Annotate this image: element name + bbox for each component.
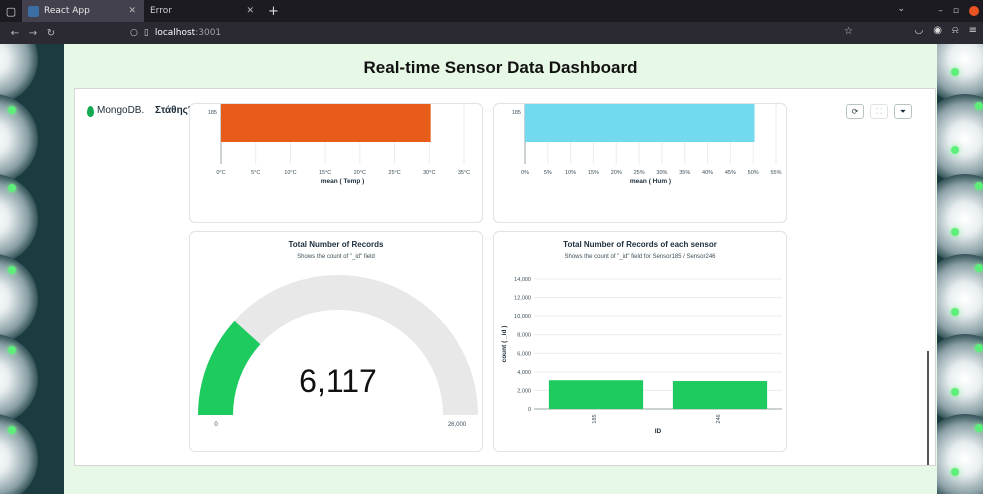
panel-total-records: Total Number of Records Shows the count … — [189, 231, 483, 452]
y-tick-label: 14,000 — [514, 277, 531, 283]
maximize-icon[interactable]: ▫ — [953, 6, 959, 16]
x-tick-label: 185 — [592, 414, 598, 423]
tab-overview-icon[interactable]: ▢ — [0, 0, 22, 22]
x-tick-label: 25% — [634, 170, 645, 176]
tab-label: React App — [44, 6, 90, 16]
back-icon[interactable]: ← — [6, 28, 24, 39]
gauge-value: 6,117 — [299, 363, 377, 399]
y-tick-label: 12,000 — [514, 296, 531, 302]
page-viewport: Real-time Sensor Data Dashboard MongoDB.… — [0, 44, 983, 494]
reload-icon[interactable]: ↻ — [42, 28, 60, 39]
account-icon[interactable]: ◉ — [933, 25, 942, 36]
x-tick-label: 35% — [679, 170, 690, 176]
fullscreen-icon: ⛶ — [876, 106, 882, 116]
new-tab-button[interactable]: + — [262, 4, 285, 19]
x-tick-label: 30% — [656, 170, 667, 176]
refresh-button[interactable]: ⟳ — [846, 104, 864, 119]
panel-mean-hum: 0% 5% 10% 15% 20% 25% 30% 35% 40% 45% 50% 55% 185 mea… — [493, 103, 787, 223]
x-tick-label: 15°C — [319, 170, 331, 176]
x-axis-label: mean ( Temp ) — [321, 178, 365, 185]
sensor-bar-chart: 0 2,000 4,000 6,000 8,000 10,000 12,000 14,000 1… — [501, 277, 782, 435]
y-tick-label: 8,000 — [517, 333, 531, 339]
page-icon: ▯ — [143, 28, 149, 38]
gauge-chart: 6,117 0 26,000 — [198, 275, 478, 428]
pocket-icon[interactable]: ◡ — [915, 25, 924, 36]
bar-185 — [548, 380, 644, 409]
x-tick-label: 10% — [565, 170, 576, 176]
x-tick-label: 246 — [716, 414, 722, 423]
fullscreen-button[interactable]: ⛶ — [870, 104, 888, 119]
y-tick-label: 4,000 — [517, 370, 531, 376]
x-tick-label: 25°C — [388, 170, 400, 176]
x-tick-label: 0% — [521, 170, 529, 176]
x-axis-label: ID — [655, 428, 662, 435]
x-tick-label: 55% — [770, 170, 781, 176]
x-tick-label: 35°C — [458, 170, 470, 176]
url-host: localhost — [154, 28, 196, 38]
y-tick-label: 185 — [512, 110, 521, 116]
panel-mean-temp: 0°C 5°C 10°C 15°C 20°C 25°C 30°C 35°C 185 mean ( … — [189, 103, 483, 223]
tab-react-app[interactable]: React App ✕ — [22, 0, 144, 22]
x-tick-label: 20% — [611, 170, 622, 176]
x-tick-label: 5% — [544, 170, 552, 176]
page-title: Real-time Sensor Data Dashboard — [363, 58, 638, 77]
bar-246 — [672, 380, 768, 409]
gauge-min-label: 0 — [214, 422, 218, 428]
x-tick-label: 30°C — [423, 170, 435, 176]
mongodb-logo: MongoDB. — [97, 105, 145, 116]
mongodb-leaf-icon — [87, 106, 94, 117]
embedded-dashboard: MongoDB. Στάθης's Dashboard ⟳ ⛶ ⏷ 0°C5°C… — [74, 88, 936, 466]
x-tick-label: 40% — [702, 170, 713, 176]
hum-chart: 0% 5% 10% 15% 20% 25% 30% 35% 40% 45% 50% 55% 185 mea… — [512, 104, 782, 185]
tab-label: Error — [150, 6, 172, 16]
filter-button[interactable]: ⏷ — [894, 104, 912, 119]
toolbar-icons: ◡ ◉ ⍾ ≡ — [915, 25, 977, 36]
tracking-shield-icon[interactable]: ○ — [130, 28, 138, 38]
gauge-max-label: 26,000 — [448, 422, 467, 428]
x-axis-label: mean ( Hum ) — [630, 178, 671, 185]
window-controls: – ▫ — [938, 0, 979, 22]
y-tick-label: 185 — [208, 110, 217, 116]
app-container: Real-time Sensor Data Dashboard MongoDB.… — [64, 44, 937, 494]
refresh-icon: ⟳ — [851, 107, 859, 116]
extensions-icon[interactable]: ⍾ — [952, 25, 959, 36]
y-tick-label: 6,000 — [517, 351, 531, 357]
react-favicon-icon — [28, 5, 39, 17]
filter-icon: ⏷ — [899, 106, 907, 116]
browser-nav-bar: ← → ↻ ○ ▯ localhost :3001 ☆ ◡ ◉ ⍾ ≡ — [0, 22, 983, 44]
x-tick-label: 5°C — [251, 170, 260, 176]
bar-185 — [221, 104, 431, 142]
close-icon[interactable]: ✕ — [128, 6, 136, 16]
x-tick-label: 0°C — [216, 170, 225, 176]
dashboard-scrollbar[interactable] — [927, 351, 929, 465]
tab-error[interactable]: Error ✕ — [144, 0, 262, 22]
x-tick-label: 10°C — [284, 170, 296, 176]
bar-185 — [525, 104, 755, 142]
minimize-icon[interactable]: – — [938, 6, 943, 16]
panel-records-per-sensor: Total Number of Records of each sensor S… — [493, 231, 787, 452]
x-tick-label: 20°C — [354, 170, 366, 176]
close-icon[interactable]: ✕ — [246, 6, 254, 16]
url-port: :3001 — [195, 28, 222, 38]
y-tick-label: 0 — [528, 407, 531, 413]
y-axis-label: count ( _id ) — [501, 326, 508, 363]
browser-tab-bar: ▢ React App ✕ Error ✕ + ⌄ – ▫ — [0, 0, 983, 22]
y-tick-label: 10,000 — [514, 314, 531, 320]
temp-chart: 0°C 5°C 10°C 15°C 20°C 25°C 30°C 35°C 185 mean ( … — [208, 104, 470, 185]
x-tick-label: 45% — [725, 170, 736, 176]
window-close-button[interactable] — [969, 6, 979, 16]
x-tick-label: 15% — [588, 170, 599, 176]
bookmark-star-icon[interactable]: ☆ — [844, 26, 853, 37]
forward-icon[interactable]: → — [24, 28, 42, 39]
y-tick-label: 2,000 — [517, 388, 531, 394]
list-tabs-icon[interactable]: ⌄ — [897, 4, 905, 14]
menu-icon[interactable]: ≡ — [969, 25, 977, 36]
x-tick-label: 50% — [748, 170, 759, 176]
url-bar[interactable]: ○ ▯ localhost :3001 — [130, 24, 854, 42]
